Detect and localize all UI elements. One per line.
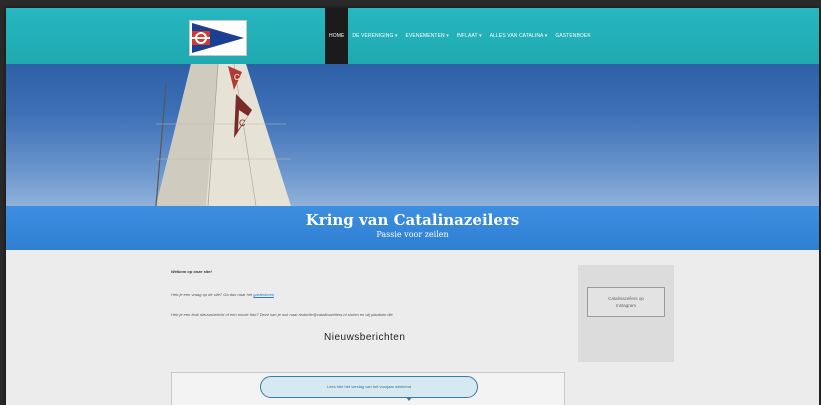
instagram-button-line1: Catalinazeilers op: [608, 296, 644, 301]
gastenboek-link[interactable]: gastenboek: [253, 292, 274, 297]
site-tagline: Passie voor zeilen: [376, 230, 449, 239]
site-title: Kring van Catalinazeilers: [305, 211, 520, 229]
hero-sail-image: C C: [6, 64, 819, 206]
menu-alles-van-catalina[interactable]: ALLES VAN CATALINA ▾: [486, 8, 552, 64]
instagram-button[interactable]: Catalinazeilers op Instagram: [587, 287, 665, 317]
main-menu: HOME DE VERENIGING ▾ EVENEMENTEN ▾ INFLA…: [325, 8, 595, 64]
read-report-button[interactable]: Lees hier het verslag van het voorjaar w…: [260, 376, 478, 398]
instagram-button-line2: Instagram: [615, 303, 636, 308]
intro-text: Heb je een vraag op de site? Ga dan naar…: [171, 292, 254, 297]
menu-home[interactable]: HOME: [325, 8, 349, 64]
chevron-down-icon: [406, 397, 412, 401]
browser-viewport: HOME DE VERENIGING ▾ EVENEMENTEN ▾ INFLA…: [6, 8, 819, 405]
news-heading: Nieuwsberichten: [324, 332, 406, 343]
main-content: Welkom op onze site! Heb je een vraag op…: [6, 250, 819, 405]
submit-news-paragraph: Heb je een leuk nieuwsbericht of een moo…: [171, 312, 393, 317]
site-title-banner: Kring van Catalinazeilers Passie voor ze…: [6, 206, 819, 250]
menu-inflaat[interactable]: INFLAAT ▾: [453, 8, 486, 64]
sidebar-widget: Catalinazeilers op Instagram: [578, 265, 674, 362]
svg-text:C: C: [239, 118, 246, 128]
top-navigation: HOME DE VERENIGING ▾ EVENEMENTEN ▾ INFLA…: [6, 8, 819, 67]
svg-text:C: C: [234, 73, 240, 82]
menu-evenementen[interactable]: EVENEMENTEN ▾: [402, 8, 453, 64]
club-burgee-logo[interactable]: [189, 20, 247, 56]
menu-de-vereniging[interactable]: DE VERENIGING ▾: [348, 8, 401, 64]
intro-paragraph: Heb je een vraag op de site? Ga dan naar…: [171, 292, 274, 297]
burgee-flag-icon: [192, 23, 244, 53]
menu-gastenboek[interactable]: GASTENBOEK: [551, 8, 594, 64]
welcome-heading: Welkom op onze site!: [171, 269, 212, 274]
